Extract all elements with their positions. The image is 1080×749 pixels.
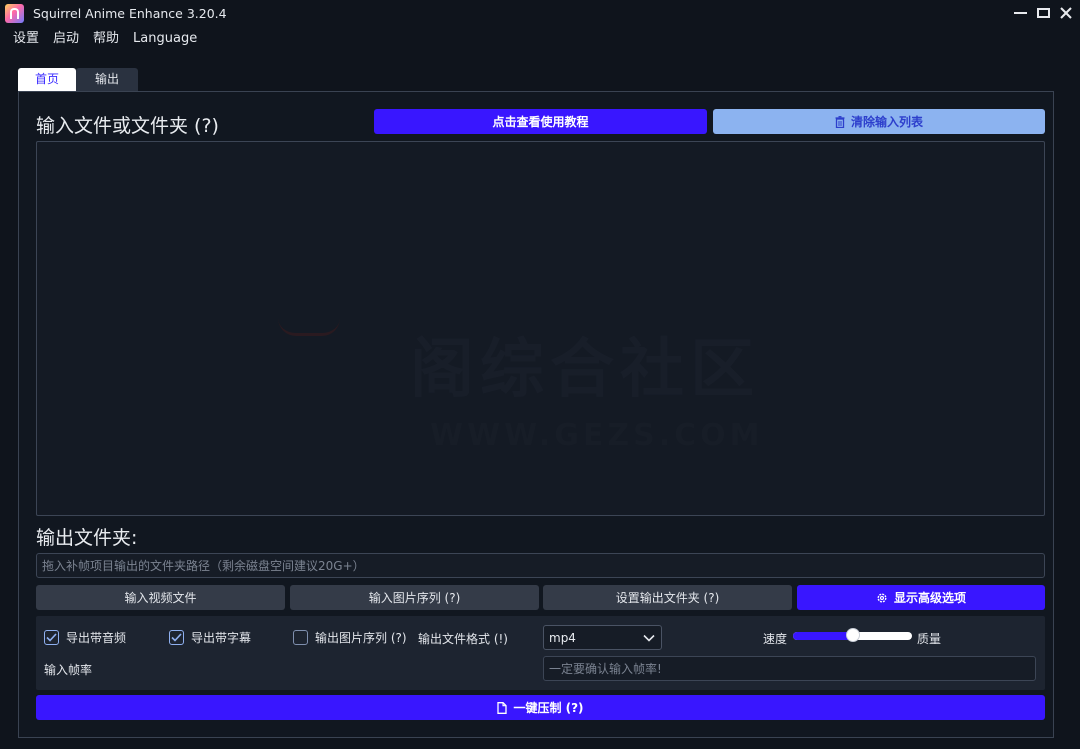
close-button[interactable] [1054,2,1078,24]
file-icon [497,701,508,714]
tab-bar: 首页 输出 [18,68,138,91]
input-fps-label: 输入帧率 [44,663,93,677]
one-click-encode-label: 一键压制 (?) [513,701,584,715]
input-video-label: 输入视频文件 [124,591,197,605]
set-output-folder-button[interactable]: 设置输出文件夹 (?) [543,585,792,610]
output-format-select[interactable]: mp4 [543,625,662,650]
slider-fill [793,632,853,640]
show-advanced-options-button[interactable]: 显示高级选项 [797,585,1045,610]
tab-home[interactable]: 首页 [18,68,76,91]
menu-language[interactable]: Language [126,29,204,49]
speed-quality-slider[interactable] [793,628,912,642]
close-icon [1060,7,1072,19]
export-image-sequence-label: 输出图片序列 (?) [315,631,407,645]
one-click-encode-button[interactable]: 一键压制 (?) [36,695,1045,720]
input-video-button[interactable]: 输入视频文件 [36,585,285,610]
input-image-sequence-label: 输入图片序列 (?) [368,591,461,605]
watermark-arc-icon [278,318,340,336]
chevron-down-icon [643,632,655,646]
tab-output[interactable]: 输出 [76,68,138,91]
maximize-button[interactable] [1031,2,1055,24]
input-fps-field[interactable] [543,656,1036,681]
checkbox-checked-icon [169,630,184,645]
input-section-label[interactable]: 输入文件或文件夹 (?) [36,111,219,138]
export-subtitles-checkbox[interactable]: 导出带字幕 [169,629,251,646]
gear-icon [876,592,888,604]
menu-settings[interactable]: 设置 [0,29,46,49]
output-section-label: 输出文件夹: [36,527,138,549]
speed-label: 速度 [763,632,788,646]
output-format-label: 输出文件格式 (!) [418,632,508,646]
app-logo-icon [5,4,24,23]
tutorial-button-label: 点击查看使用教程 [492,115,589,129]
window-title: Squirrel Anime Enhance 3.20.4 [33,6,227,21]
checkbox-unchecked-icon [293,630,308,645]
watermark-text: 阁综合社区 [410,333,760,407]
checkbox-checked-icon [44,630,59,645]
output-format-value: mp4 [549,630,576,645]
minimize-icon [1013,11,1027,15]
slider-thumb[interactable] [846,628,860,642]
maximize-icon [1036,8,1050,18]
show-advanced-options-label: 显示高级选项 [893,591,966,605]
set-output-folder-label: 设置输出文件夹 (?) [615,591,720,605]
export-audio-label: 导出带音频 [66,631,127,645]
export-subtitles-label: 导出带字幕 [191,631,252,645]
trash-icon [835,115,845,128]
menu-help[interactable]: 帮助 [86,29,126,49]
output-path-input[interactable] [36,553,1045,578]
watermark-subtext: WWW.GEZS.COM [430,418,764,453]
quality-label: 质量 [917,632,942,646]
export-audio-checkbox[interactable]: 导出带音频 [44,629,126,646]
clear-input-list-button[interactable]: 清除输入列表 [713,109,1045,134]
clear-input-list-label: 清除输入列表 [850,115,923,129]
title-bar: Squirrel Anime Enhance 3.20.4 [0,0,1080,28]
menu-bar: 设置 启动 帮助 Language [0,29,204,49]
menu-start[interactable]: 启动 [46,29,86,49]
minimize-button[interactable] [1008,2,1032,24]
input-image-sequence-button[interactable]: 输入图片序列 (?) [290,585,539,610]
export-image-sequence-checkbox[interactable]: 输出图片序列 (?) [293,629,407,646]
tutorial-button[interactable]: 点击查看使用教程 [374,109,707,134]
